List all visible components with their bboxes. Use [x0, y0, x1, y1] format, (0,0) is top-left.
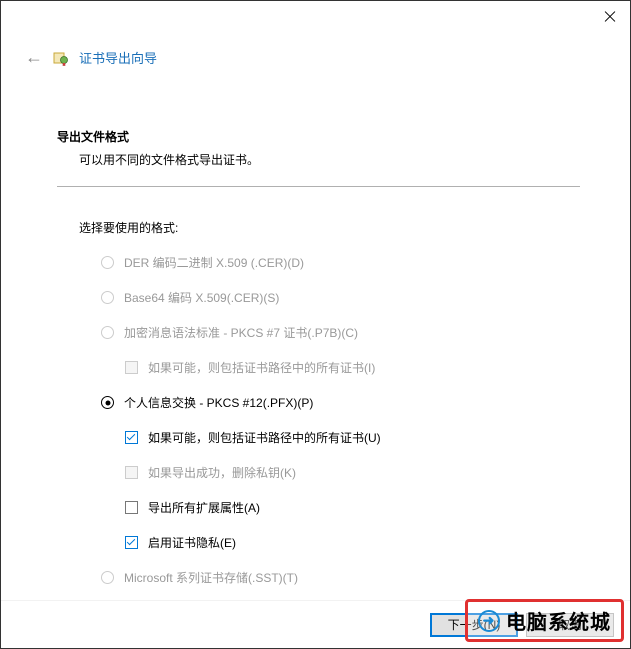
radio-pkcs12[interactable]: 个人信息交换 - PKCS #12(.PFX)(P): [101, 394, 580, 411]
check-pkcs12-privacy[interactable]: 启用证书隐私(E): [101, 534, 580, 551]
radio-microsoft-label: Microsoft 系列证书存储(.SST)(T): [124, 569, 298, 586]
divider: [57, 186, 580, 187]
radio-der: DER 编码二进制 X.509 (.CER)(D): [101, 254, 580, 271]
radio-base64-label: Base64 编码 X.509(.CER)(S): [124, 289, 279, 306]
check-pkcs7-include: 如果可能，则包括证书路径中的所有证书(I): [101, 359, 580, 376]
check-pkcs12-privacy-label: 启用证书隐私(E): [148, 534, 236, 551]
next-button[interactable]: 下一步(N): [430, 613, 518, 637]
wizard-content: 导出文件格式 可以用不同的文件格式导出证书。 选择要使用的格式: DER 编码二…: [1, 78, 630, 586]
titlebar: [1, 1, 630, 37]
section-description: 可以用不同的文件格式导出证书。: [57, 151, 580, 168]
radio-der-input: [101, 256, 114, 269]
section-title: 导出文件格式: [57, 128, 580, 145]
radio-microsoft: Microsoft 系列证书存储(.SST)(T): [101, 569, 580, 586]
check-pkcs12-delete-label: 如果导出成功，删除私钥(K): [148, 464, 296, 481]
check-pkcs7-include-label: 如果可能，则包括证书路径中的所有证书(I): [148, 359, 375, 376]
cancel-button[interactable]: 取消: [526, 613, 614, 637]
wizard-footer: 下一步(N) 取消: [1, 600, 630, 648]
close-icon[interactable]: [602, 9, 618, 25]
check-pkcs12-include-input[interactable]: [125, 431, 138, 444]
format-options: DER 编码二进制 X.509 (.CER)(D) Base64 编码 X.50…: [57, 254, 580, 586]
check-pkcs12-delete-input: [125, 466, 138, 479]
radio-pkcs12-input[interactable]: [101, 396, 114, 409]
page-title: 证书导出向导: [79, 48, 157, 67]
check-pkcs12-ext-label: 导出所有扩展属性(A): [148, 499, 260, 516]
wizard-header: ← 证书导出向导: [1, 37, 630, 78]
certificate-wizard-icon: [53, 50, 69, 66]
format-prompt: 选择要使用的格式:: [57, 219, 580, 236]
radio-pkcs7-label: 加密消息语法标准 - PKCS #7 证书(.P7B)(C): [124, 324, 358, 341]
radio-base64-input: [101, 291, 114, 304]
radio-der-label: DER 编码二进制 X.509 (.CER)(D): [124, 254, 304, 271]
radio-microsoft-input: [101, 571, 114, 584]
check-pkcs7-include-input: [125, 361, 138, 374]
check-pkcs12-include-label: 如果可能，则包括证书路径中的所有证书(U): [148, 429, 381, 446]
check-pkcs12-delete: 如果导出成功，删除私钥(K): [101, 464, 580, 481]
check-pkcs12-privacy-input[interactable]: [125, 536, 138, 549]
radio-pkcs7: 加密消息语法标准 - PKCS #7 证书(.P7B)(C): [101, 324, 580, 341]
radio-pkcs7-input: [101, 326, 114, 339]
check-pkcs12-include[interactable]: 如果可能，则包括证书路径中的所有证书(U): [101, 429, 580, 446]
check-pkcs12-ext[interactable]: 导出所有扩展属性(A): [101, 499, 580, 516]
back-arrow-icon: ←: [25, 47, 43, 68]
check-pkcs12-ext-input[interactable]: [125, 501, 138, 514]
radio-pkcs12-label: 个人信息交换 - PKCS #12(.PFX)(P): [124, 394, 313, 411]
radio-base64: Base64 编码 X.509(.CER)(S): [101, 289, 580, 306]
